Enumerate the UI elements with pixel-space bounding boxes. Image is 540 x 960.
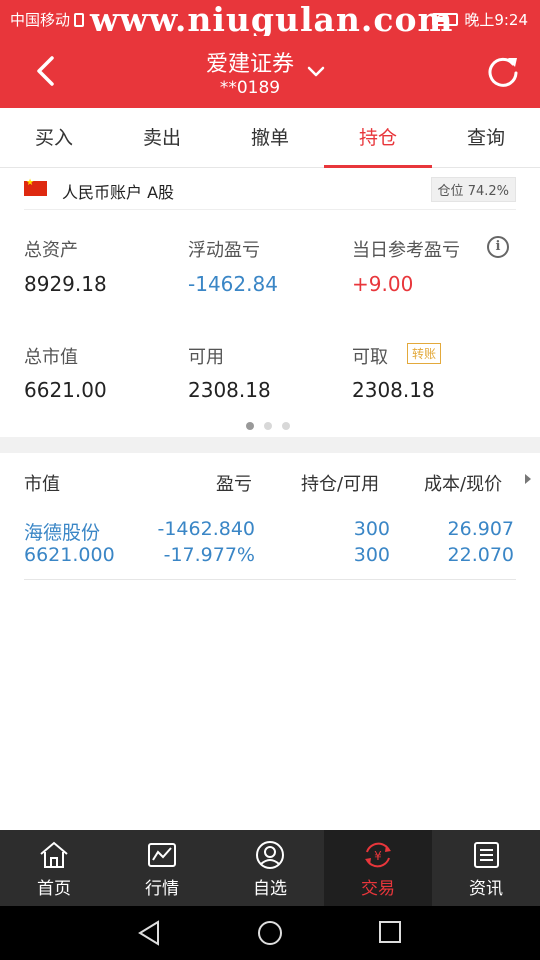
scroll-right-icon[interactable] [525, 474, 531, 484]
withdrawable-value: 2308.18 [352, 378, 435, 402]
stock-price: 22.070 [447, 544, 514, 566]
table-row[interactable]: 海德股份 6621.000 -1462.840 -17.977% 300 300… [24, 516, 516, 580]
page-indicator [246, 422, 290, 430]
stock-position: 300 [353, 518, 390, 540]
nav-news-label: 资讯 [469, 879, 503, 899]
column-header-cost-price[interactable]: 成本/现价 [424, 470, 502, 496]
nav-market-label: 行情 [145, 879, 179, 899]
tab-positions[interactable]: 持仓 [324, 108, 432, 168]
nav-watchlist[interactable]: 自选 [216, 830, 324, 906]
account-row: 人民币账户 A股 仓位 74.2% [24, 168, 516, 210]
withdrawable-label: 可取 [352, 347, 388, 368]
floating-pl-label: 浮动盈亏 [188, 240, 260, 261]
stock-name: 海德股份 [24, 522, 101, 544]
column-header-position[interactable]: 持仓/可用 [301, 470, 379, 496]
day-pl-label: 当日参考盈亏 [352, 240, 460, 261]
app-header: 爱建证券 **0189 [0, 36, 540, 108]
clock: 晚上9:24 [464, 11, 528, 29]
account-name: 人民币账户 A股 [62, 183, 175, 202]
page-dot [282, 422, 290, 430]
page-dot [264, 422, 272, 430]
status-bar: 中国移动 www.niugulan.com 晚上9:24 [0, 0, 540, 39]
section-divider [0, 437, 540, 453]
home-circle-icon[interactable] [257, 920, 283, 946]
watermark-text: www.niugulan.com [90, 0, 454, 39]
bottom-nav: 首页 行情 自选 ¥ 交易 资讯 [0, 830, 540, 906]
home-icon [40, 841, 68, 868]
column-header-market-value[interactable]: 市值 [24, 470, 60, 496]
total-assets-label: 总资产 [24, 240, 78, 261]
nav-home[interactable]: 首页 [0, 830, 108, 906]
stock-market-value: 6621.000 [24, 544, 115, 566]
recent-apps-icon[interactable] [378, 920, 402, 944]
stock-pl: -1462.840 [157, 518, 255, 540]
carrier-label: 中国移动 [10, 9, 85, 30]
refresh-icon[interactable] [486, 54, 520, 88]
floating-pl-value: -1462.84 [188, 272, 278, 296]
page-dot [246, 422, 254, 430]
tab-query[interactable]: 查询 [432, 108, 540, 167]
back-triangle-icon[interactable] [136, 920, 162, 946]
user-circle-icon [256, 841, 284, 869]
transfer-button[interactable]: 转账 [407, 343, 442, 364]
tab-cancel[interactable]: 撤单 [216, 108, 324, 167]
available-value: 2308.18 [188, 378, 271, 402]
market-value-value: 6621.00 [24, 378, 107, 402]
market-value-label: 总市值 [24, 347, 78, 368]
nav-home-label: 首页 [37, 879, 71, 899]
position-ratio-badge: 仓位 74.2% [430, 177, 516, 202]
tab-buy[interactable]: 买入 [0, 108, 108, 167]
stock-pl-pct: -17.977% [163, 544, 255, 566]
nav-watchlist-label: 自选 [253, 879, 287, 899]
broker-title[interactable]: 爱建证券 [0, 46, 500, 78]
position-label: 仓位 [437, 184, 464, 199]
day-pl-value: +9.00 [352, 272, 414, 296]
china-flag-icon [24, 178, 47, 196]
nav-trade[interactable]: ¥ 交易 [324, 830, 432, 906]
yuan-exchange-icon: ¥ [365, 842, 391, 868]
news-icon [474, 842, 499, 868]
info-icon[interactable]: i [487, 236, 509, 258]
svg-text:¥: ¥ [374, 849, 382, 863]
status-right: 晚上9:24 [432, 9, 528, 30]
account-number: **0189 [219, 78, 281, 98]
sim-icon [74, 13, 85, 27]
nav-market[interactable]: 行情 [108, 830, 216, 906]
battery-icon [432, 13, 459, 26]
stock-available: 300 [353, 544, 390, 566]
position-value: 74.2% [467, 184, 509, 199]
market-chart-icon [148, 843, 176, 867]
nav-news[interactable]: 资讯 [432, 830, 540, 906]
nav-trade-label: 交易 [361, 879, 395, 899]
total-assets-value: 8929.18 [24, 272, 107, 296]
stock-cost: 26.907 [447, 518, 514, 540]
system-nav-bar [0, 906, 540, 960]
available-label: 可用 [188, 347, 224, 368]
trade-tabs: 买入 卖出 撤单 持仓 查询 [0, 108, 540, 168]
column-header-pl[interactable]: 盈亏 [216, 470, 252, 496]
tab-sell[interactable]: 卖出 [108, 108, 216, 167]
